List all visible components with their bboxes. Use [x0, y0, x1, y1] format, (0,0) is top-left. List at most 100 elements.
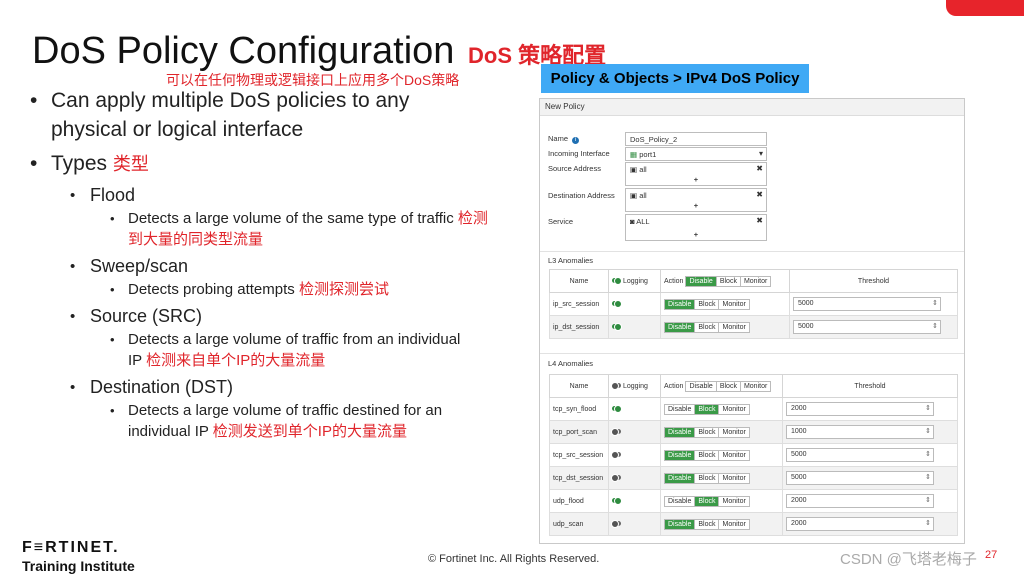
option-monitor[interactable]: Monitor: [740, 381, 771, 391]
logging-toggle[interactable]: [612, 497, 622, 506]
option-monitor[interactable]: Monitor: [719, 299, 749, 309]
action-all-selector[interactable]: Disable Block Monitor: [685, 380, 772, 392]
toggle-icon[interactable]: [611, 382, 621, 391]
threshold-input[interactable]: 5000: [793, 297, 941, 311]
col-action-text: Action: [664, 382, 684, 390]
add-source-icon[interactable]: +: [626, 175, 766, 184]
option-monitor[interactable]: Monitor: [719, 496, 749, 506]
threshold-cell: 5000: [789, 292, 958, 316]
threshold-input[interactable]: 2000: [786, 494, 934, 508]
threshold-input[interactable]: 2000: [786, 402, 934, 416]
option-disable[interactable]: Disable: [665, 299, 696, 309]
threshold-input[interactable]: 5000: [786, 471, 934, 485]
name-input[interactable]: DoS_Policy_2: [625, 132, 767, 146]
option-monitor[interactable]: Monitor: [719, 473, 749, 483]
logging-toggle[interactable]: [611, 428, 621, 437]
option-monitor[interactable]: Monitor: [719, 404, 749, 414]
logging-cell: [608, 292, 661, 316]
corner-accent-tab: [946, 0, 1024, 16]
threshold-cell: 2000: [782, 397, 958, 421]
action-selector[interactable]: Disable Block Monitor: [664, 518, 750, 530]
bullet-types: Types 类型: [30, 149, 500, 179]
logging-toggle[interactable]: [612, 300, 622, 309]
option-disable[interactable]: Disable: [686, 381, 717, 391]
table-row: udp_flood Disable Block Monitor 2000: [549, 489, 958, 513]
option-block[interactable]: Block: [695, 496, 720, 506]
option-disable[interactable]: Disable: [665, 473, 696, 483]
option-disable[interactable]: Disable: [665, 322, 696, 332]
option-block[interactable]: Block: [695, 427, 720, 437]
option-monitor[interactable]: Monitor: [740, 276, 771, 286]
name-input-value: DoS_Policy_2: [630, 135, 678, 144]
option-monitor[interactable]: Monitor: [719, 519, 749, 529]
option-disable[interactable]: Disable: [686, 276, 717, 286]
option-monitor[interactable]: Monitor: [719, 322, 749, 332]
option-block[interactable]: Block: [716, 276, 741, 286]
option-block[interactable]: Block: [695, 450, 720, 460]
option-disable[interactable]: Disable: [665, 450, 696, 460]
toggle-icon[interactable]: [612, 277, 622, 286]
info-icon[interactable]: i: [572, 137, 580, 144]
add-service-icon[interactable]: +: [626, 230, 766, 239]
threshold-input[interactable]: 5000: [793, 320, 941, 334]
action-selector[interactable]: Disable Block Monitor: [664, 403, 750, 415]
action-selector[interactable]: Disable Block Monitor: [664, 321, 750, 333]
action-selector[interactable]: Disable Block Monitor: [664, 472, 750, 484]
anomaly-name: ip_dst_session: [549, 315, 609, 339]
option-monitor[interactable]: Monitor: [719, 450, 749, 460]
chevron-down-icon: ▾: [758, 149, 763, 158]
threshold-cell: 1000: [782, 420, 958, 444]
option-disable[interactable]: Disable: [665, 427, 696, 437]
l4-anomalies-label: L4 Anomalies: [548, 359, 594, 368]
action-all-selector[interactable]: Disable Block Monitor: [685, 275, 772, 287]
option-disable[interactable]: Disable: [665, 404, 696, 414]
logging-toggle[interactable]: [611, 474, 621, 483]
option-block[interactable]: Block: [695, 404, 720, 414]
remove-icon[interactable]: ✖: [756, 216, 763, 225]
option-disable[interactable]: Disable: [665, 519, 696, 529]
divider: [540, 353, 964, 354]
bullet-sweep-desc-text: Detects probing attempts: [128, 281, 295, 298]
option-block[interactable]: Block: [695, 299, 720, 309]
option-monitor[interactable]: Monitor: [719, 427, 749, 437]
destination-address-field[interactable]: ▣ all ✖ +: [625, 188, 767, 212]
panel-header: New Policy: [540, 99, 964, 116]
bullet-sweep-desc-cn: 检测探测尝试: [298, 281, 389, 298]
service-field[interactable]: ◙ ALL ✖ +: [625, 214, 767, 241]
action-selector[interactable]: Disable Block Monitor: [664, 449, 750, 461]
option-block[interactable]: Block: [695, 473, 720, 483]
option-block[interactable]: Block: [695, 519, 720, 529]
incoming-interface-select[interactable]: ▦ port1 ▾: [625, 147, 767, 161]
action-cell: Disable Block Monitor: [660, 466, 783, 490]
port-icon: ▦: [630, 150, 638, 159]
logging-toggle[interactable]: [611, 520, 621, 529]
remove-icon[interactable]: ✖: [756, 190, 763, 199]
threshold-input[interactable]: 5000: [786, 448, 934, 462]
action-cell: Disable Block Monitor: [660, 397, 783, 421]
threshold-cell: 2000: [782, 489, 958, 513]
col-action: Action Disable Block Monitor: [660, 374, 783, 398]
bullet-dest: Destination (DST): [70, 375, 500, 400]
shield-icon: ◙: [630, 217, 635, 226]
option-disable[interactable]: Disable: [665, 496, 696, 506]
page-number: 27: [985, 549, 998, 561]
remove-icon[interactable]: ✖: [756, 164, 763, 173]
action-selector[interactable]: Disable Block Monitor: [664, 495, 750, 507]
option-block[interactable]: Block: [695, 322, 720, 332]
table-row: ip_dst_session Disable Block Monitor 5000: [549, 315, 958, 339]
action-selector[interactable]: Disable Block Monitor: [664, 298, 750, 310]
anomaly-name: tcp_src_session: [549, 443, 609, 467]
anomaly-name: udp_flood: [549, 489, 609, 513]
logging-toggle[interactable]: [612, 323, 622, 332]
option-block[interactable]: Block: [716, 381, 741, 391]
logging-toggle[interactable]: [611, 451, 621, 460]
source-address-field[interactable]: ▣ all ✖ +: [625, 162, 767, 186]
action-selector[interactable]: Disable Block Monitor: [664, 426, 750, 438]
threshold-input[interactable]: 2000: [786, 517, 934, 531]
source-address-value: ▣ all: [630, 165, 647, 174]
threshold-input[interactable]: 1000: [786, 425, 934, 439]
add-destination-icon[interactable]: +: [626, 201, 766, 210]
logging-toggle[interactable]: [612, 405, 622, 414]
address-icon: ▣: [630, 191, 638, 200]
anomaly-name: ip_src_session: [549, 292, 609, 316]
